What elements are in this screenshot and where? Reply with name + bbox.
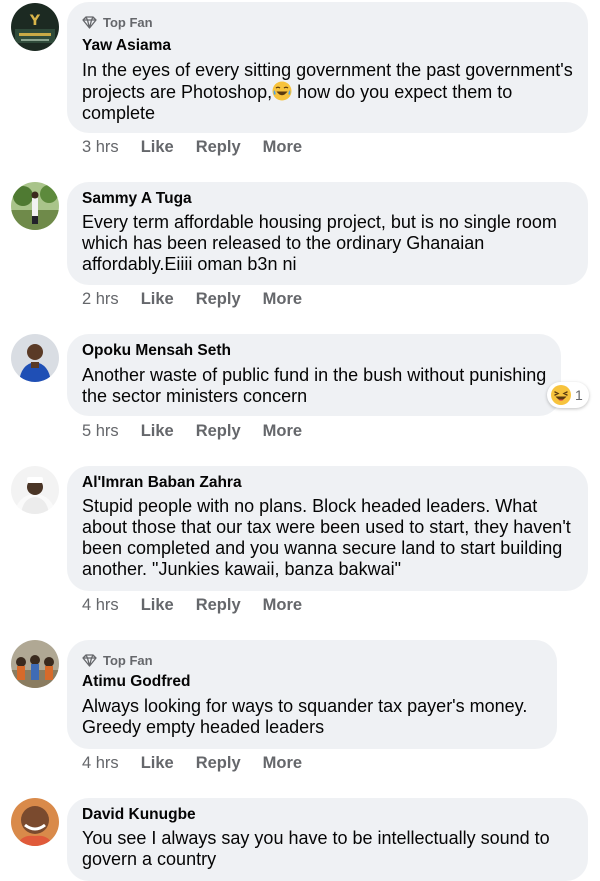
diamond-icon bbox=[82, 16, 97, 29]
comment-text: Stupid people with no plans. Block heade… bbox=[82, 496, 571, 579]
comment-text: Always looking for ways to squander tax … bbox=[82, 696, 528, 737]
comment-actions: 5 hrs Like Reply More bbox=[82, 422, 324, 441]
reply-button[interactable]: Reply bbox=[196, 596, 241, 615]
comment-author[interactable]: David Kunugbe bbox=[82, 806, 196, 824]
comment-bubble: Al'Imran Baban Zahra Stupid people with … bbox=[67, 466, 588, 591]
like-button[interactable]: Like bbox=[141, 596, 174, 615]
avatar-image bbox=[11, 334, 59, 382]
more-button[interactable]: More bbox=[263, 754, 302, 773]
comment-text: In the eyes of every sitting government … bbox=[82, 60, 576, 124]
comment-author[interactable]: Atimu Godfred bbox=[82, 673, 191, 691]
comment-bubble: Opoku Mensah Seth Another waste of publi… bbox=[67, 334, 589, 416]
comment-bubble: Top Fan Atimu Godfred Always looking for… bbox=[67, 640, 557, 749]
reply-button[interactable]: Reply bbox=[196, 290, 241, 309]
like-button[interactable]: Like bbox=[141, 290, 174, 309]
crying-laughing-emoji-icon bbox=[272, 81, 292, 101]
comment-bubble: Sammy A Tuga Every term affordable housi… bbox=[67, 182, 588, 285]
diamond-icon bbox=[82, 654, 97, 667]
comment-bubble: Top Fan Yaw Asiama In the eyes of every … bbox=[67, 2, 588, 133]
avatar[interactable] bbox=[11, 466, 59, 514]
avatar-image bbox=[11, 798, 59, 846]
reaction-count-badge[interactable]: 1 bbox=[547, 382, 589, 408]
comment-text: Every term affordable housing project, b… bbox=[82, 212, 557, 274]
top-fan-badge: Top Fan bbox=[82, 653, 153, 668]
comment-time[interactable]: 4 hrs bbox=[82, 596, 119, 615]
reply-button[interactable]: Reply bbox=[196, 754, 241, 773]
comment-text: You see I always say you have to be inte… bbox=[82, 828, 550, 869]
avatar-image bbox=[11, 640, 59, 688]
comment-time[interactable]: 2 hrs bbox=[82, 290, 119, 309]
like-button[interactable]: Like bbox=[141, 138, 174, 157]
more-button[interactable]: More bbox=[263, 290, 302, 309]
comment-author[interactable]: Yaw Asiama bbox=[82, 37, 171, 55]
comment-author[interactable]: Opoku Mensah Seth bbox=[82, 342, 231, 360]
svg-text:Y: Y bbox=[29, 13, 41, 29]
avatar-image: Y bbox=[11, 3, 59, 51]
avatar-image bbox=[11, 466, 59, 514]
avatar[interactable] bbox=[11, 798, 59, 846]
comment-text: Another waste of public fund in the bush… bbox=[82, 365, 547, 406]
comment-bubble: David Kunugbe You see I always say you h… bbox=[67, 798, 588, 881]
avatar[interactable] bbox=[11, 182, 59, 230]
more-button[interactable]: More bbox=[263, 138, 302, 157]
laughing-emoji-icon bbox=[551, 385, 571, 405]
comment-actions: 3 hrs Like Reply More bbox=[82, 138, 324, 157]
avatar[interactable] bbox=[11, 334, 59, 382]
like-button[interactable]: Like bbox=[141, 422, 174, 441]
avatar[interactable]: Y bbox=[11, 3, 59, 51]
badge-label: Top Fan bbox=[103, 653, 153, 668]
comment-author[interactable]: Al'Imran Baban Zahra bbox=[82, 474, 242, 492]
reply-button[interactable]: Reply bbox=[196, 138, 241, 157]
more-button[interactable]: More bbox=[263, 596, 302, 615]
reply-button[interactable]: Reply bbox=[196, 422, 241, 441]
comment-time[interactable]: 5 hrs bbox=[82, 422, 119, 441]
comment-author[interactable]: Sammy A Tuga bbox=[82, 190, 192, 208]
comment-time[interactable]: 4 hrs bbox=[82, 754, 119, 773]
more-button[interactable]: More bbox=[263, 422, 302, 441]
comment-time[interactable]: 3 hrs bbox=[82, 138, 119, 157]
avatar-image bbox=[11, 182, 59, 230]
comment-actions: 4 hrs Like Reply More bbox=[82, 596, 324, 615]
top-fan-badge: Top Fan bbox=[82, 15, 153, 30]
comment-actions: 4 hrs Like Reply More bbox=[82, 754, 324, 773]
like-button[interactable]: Like bbox=[141, 754, 174, 773]
comment-actions: 2 hrs Like Reply More bbox=[82, 290, 324, 309]
avatar[interactable] bbox=[11, 640, 59, 688]
reaction-count: 1 bbox=[575, 387, 583, 403]
badge-label: Top Fan bbox=[103, 15, 153, 30]
